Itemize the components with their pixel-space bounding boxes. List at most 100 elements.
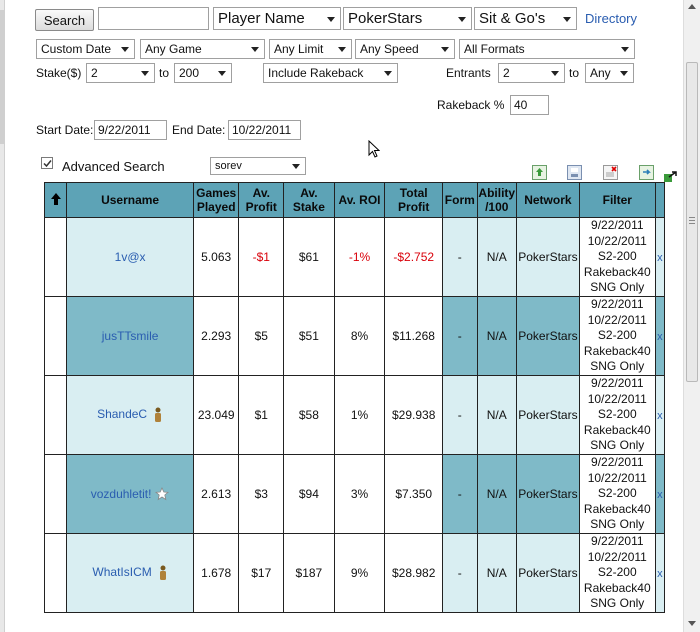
username-cell[interactable]: jusTTsmile — [66, 296, 194, 376]
sort-arrow-icon[interactable] — [43, 182, 68, 218]
game-type-value: Sit & Go's — [479, 10, 546, 27]
table-row: jusTTsmile 2.293 $5 $51 8% $11.268- N/A PokerSt… — [43, 296, 666, 376]
chevron-down-icon — [441, 47, 449, 52]
start-date-input[interactable]: 9/22/2011 — [94, 120, 167, 140]
stake-max-value: 200 — [179, 66, 200, 80]
remove-row-link[interactable]: x — [657, 410, 663, 422]
col-network[interactable]: Network — [516, 182, 580, 218]
username-link[interactable]: vozduhletit! — [91, 487, 152, 501]
chevron-down-icon — [458, 16, 466, 22]
directory-link[interactable]: Directory — [585, 11, 637, 26]
entrants-max-value: Any — [590, 66, 611, 80]
remove-row-link[interactable]: x — [657, 568, 663, 580]
username-cell[interactable]: 1v@x — [66, 217, 194, 297]
av-roi-cell: 8% — [333, 296, 386, 376]
chevron-down-icon — [384, 71, 392, 76]
end-date-input[interactable]: 10/22/2011 — [228, 120, 301, 140]
filter-start-date: 9/22/2011 — [591, 376, 644, 391]
remove-row-link[interactable]: x — [657, 331, 663, 343]
filter-format: SNG Only — [590, 280, 645, 295]
av-profit-cell: $3 — [238, 454, 285, 534]
filter-rakeback: Rakeback40 — [583, 264, 651, 279]
username-cell[interactable]: vozduhletit! — [66, 454, 194, 534]
col-total-profit[interactable]: Total Profit — [384, 182, 444, 218]
rakeback-percent-input[interactable]: 40 — [510, 95, 549, 115]
ability-cell: N/A — [476, 375, 517, 455]
advanced-search-value: sorev — [215, 160, 242, 172]
refresh-icon[interactable] — [639, 165, 654, 180]
total-profit-cell: -$2.752 — [384, 217, 444, 297]
col-form[interactable]: Form — [442, 182, 478, 218]
col-username[interactable]: Username — [66, 182, 194, 218]
username-link[interactable]: 1v@x — [115, 250, 146, 264]
col-ability[interactable]: Ability /100 — [476, 182, 517, 218]
popout-icon[interactable] — [663, 171, 677, 183]
delete-icon[interactable] — [603, 165, 618, 180]
filter-start-date: 9/22/2011 — [591, 534, 644, 549]
games-played-cell: 5.063 — [192, 217, 240, 297]
spreadsheet-up-icon[interactable] — [532, 165, 547, 180]
advanced-search-select[interactable]: sorev — [210, 157, 306, 175]
av-roi-cell: 9% — [333, 533, 386, 613]
left-scrollbar[interactable] — [0, 0, 5, 632]
username-cell[interactable]: ShandeC — [66, 375, 194, 455]
games-played-cell: 2.293 — [192, 296, 240, 376]
site-select[interactable]: PokerStars — [343, 7, 472, 30]
player-field-value: Player Name — [218, 10, 305, 27]
mouse-cursor-icon — [368, 140, 380, 158]
network-cell: PokerStars — [516, 375, 580, 455]
game-type-select[interactable]: Sit & Go's — [474, 7, 577, 30]
col-av-roi[interactable]: Av. ROI — [333, 182, 386, 218]
vertical-scrollbar-thumb[interactable] — [686, 62, 698, 382]
entrants-max-select[interactable]: Any — [585, 63, 634, 83]
save-icon[interactable] — [567, 165, 582, 180]
username-cell[interactable]: WhatIsICM — [66, 533, 194, 613]
remove-row-cell: x — [654, 296, 666, 376]
col-av-stake[interactable]: Av. Stake — [283, 182, 335, 218]
stake-min-select[interactable]: 2 — [86, 63, 155, 83]
form-cell: - — [442, 296, 478, 376]
av-roi-cell: 3% — [333, 454, 386, 534]
username-link[interactable]: jusTTsmile — [102, 329, 159, 343]
game-select[interactable]: Any Game — [140, 39, 265, 59]
start-date-label: Start Date: — [36, 123, 94, 137]
scroll-up-arrow-icon[interactable] — [688, 4, 696, 9]
left-scrollbar-thumb[interactable] — [0, 10, 4, 144]
ability-cell: N/A — [476, 217, 517, 297]
formats-select[interactable]: All Formats — [459, 39, 635, 59]
av-stake-cell: $58 — [283, 375, 335, 455]
col-av-profit[interactable]: Av. Profit — [238, 182, 285, 218]
filter-rakeback: Rakeback40 — [583, 422, 651, 437]
filter-cell: 9/22/2011 10/22/2011 S2-200 Rakeback40 SNG O… — [578, 296, 656, 376]
av-profit-cell: $17 — [238, 533, 285, 613]
search-input[interactable] — [98, 7, 209, 30]
player-field-select[interactable]: Player Name — [213, 7, 341, 30]
results-table: Username Games Played Av. Profit Av. Sta… — [43, 182, 666, 613]
filter-format: SNG Only — [590, 517, 645, 532]
username-link[interactable]: ShandeC — [97, 407, 147, 421]
stake-max-select[interactable]: 200 — [174, 63, 232, 83]
vertical-scrollbar[interactable] — [683, 0, 700, 632]
table-row: 1v@x 5.063 -$1 $61 -1% -$2.752- N/A PokerStars 9… — [43, 217, 666, 297]
limit-select[interactable]: Any Limit — [269, 39, 352, 59]
date-mode-select[interactable]: Custom Date — [36, 39, 135, 59]
row-spacer — [43, 454, 68, 534]
games-played-cell: 1.678 — [192, 533, 240, 613]
row-spacer — [43, 217, 68, 297]
speed-select[interactable]: Any Speed — [355, 39, 455, 59]
search-button[interactable]: Search — [35, 9, 94, 31]
chevron-down-icon — [121, 47, 129, 52]
row-spacer — [43, 375, 68, 455]
av-roi-cell: 1% — [333, 375, 386, 455]
scroll-down-arrow-icon[interactable] — [688, 621, 696, 626]
rakeback-mode-select[interactable]: Include Rakeback — [263, 63, 398, 83]
col-games-played[interactable]: Games Played — [192, 182, 240, 218]
advanced-search-checkbox[interactable] — [41, 157, 53, 169]
remove-row-link[interactable]: x — [657, 252, 663, 264]
formats-value: All Formats — [464, 42, 525, 56]
username-link[interactable]: WhatIsICM — [92, 565, 151, 579]
remove-row-link[interactable]: x — [657, 489, 663, 501]
chevron-down-icon — [563, 16, 571, 22]
total-profit-cell: $11.268 — [384, 296, 444, 376]
entrants-min-select[interactable]: 2 — [498, 63, 565, 83]
